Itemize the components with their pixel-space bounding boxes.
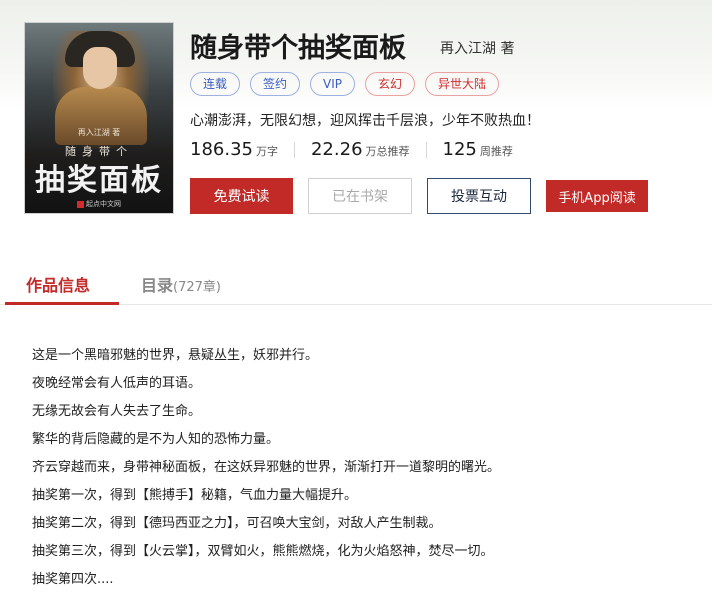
book-cover[interactable]: 再入江湖 著 随身带个 抽奖面板 起点中文网	[24, 22, 174, 214]
stat-word-count-unit: 万字	[255, 145, 278, 158]
description-line: 夜晚经常会有人低声的耳语。	[32, 376, 202, 391]
cover-title: 抽奖面板	[35, 163, 163, 198]
description-line: 繁华的背后隐藏的是不为人知的恐怖力量。	[32, 432, 280, 447]
stat-total-recommend-value: 22.26	[310, 139, 363, 160]
tab-info[interactable]: 作品信息	[26, 272, 90, 296]
description-line: 抽奖第三次，得到【火云掌】，双臂如火，熊熊燃烧，化为火焰怒神，焚尽一切。	[32, 544, 494, 559]
description-line: 抽奖第四次....	[32, 572, 114, 587]
cover-author: 再入江湖 著	[77, 128, 121, 137]
description-line: 抽奖第二次，得到【德玛西亚之力】，可召唤大宝剑，对敌人产生制裁。	[32, 516, 442, 531]
book-title: 随身带个抽奖面板	[190, 33, 406, 64]
stat-total-recommend: 22.26 万总推荐	[311, 139, 410, 160]
vote-button[interactable]: 投票互动	[427, 178, 531, 214]
tag-subgenre[interactable]: 异世大陆	[425, 72, 500, 96]
book-description: 这是一个黑暗邪魅的世界，悬疑丛生，妖邪并行。 夜晚经常会有人低声的耳语。 无缘无…	[32, 342, 692, 594]
tab-catalog-label: 目录	[141, 276, 174, 295]
app-read-button[interactable]: 手机App阅读	[546, 180, 648, 212]
description-line: 齐云穿越而来，身带神秘面板，在这妖异邪魅的世界，渐渐打开一道黎明的曙光。	[32, 460, 501, 475]
tag-status: 连载	[190, 72, 241, 96]
stat-weekly-recommend-unit: 周推荐	[479, 145, 513, 158]
book-intro: 心潮澎湃，无限幻想，迎风挥击千层浪，少年不败热血！	[190, 113, 540, 129]
stat-weekly-recommend: 125 周推荐	[443, 139, 513, 160]
cover-art-face	[83, 47, 117, 89]
stat-word-count-value: 186.35	[190, 139, 253, 160]
stat-divider	[425, 141, 427, 158]
stat-total-recommend-unit: 万总推荐	[365, 145, 410, 158]
free-read-button[interactable]: 免费试读	[190, 178, 293, 214]
cover-publisher-label: 起点中文网	[86, 200, 121, 208]
tab-active-indicator	[5, 302, 119, 305]
tab-catalog[interactable]: 目录(727章)	[141, 272, 221, 296]
stat-divider	[293, 141, 295, 158]
book-author[interactable]: 再入江湖 著	[440, 38, 514, 58]
tag-list: 连载 签约 VIP 玄幻 异世大陆	[190, 72, 500, 96]
on-shelf-button[interactable]: 已在书架	[308, 178, 412, 214]
publisher-logo-icon	[77, 200, 84, 208]
description-line: 无缘无故会有人失去了生命。	[32, 404, 202, 419]
tab-bar: 作品信息 目录(727章)	[0, 260, 712, 305]
tag-genre[interactable]: 玄幻	[365, 72, 416, 96]
description-line: 抽奖第一次，得到【熊搏手】秘籍，气血力量大幅提升。	[32, 488, 358, 503]
stat-weekly-recommend-value: 125	[442, 139, 477, 160]
cover-publisher: 起点中文网	[25, 199, 173, 209]
tag-vip: VIP	[310, 72, 356, 96]
tab-catalog-count: (727章)	[173, 280, 221, 295]
tag-contract: 签约	[250, 72, 301, 96]
stats-row: 186.35 万字 22.26 万总推荐 125 周推荐	[190, 139, 513, 160]
description-line: 这是一个黑暗邪魅的世界，悬疑丛生，妖邪并行。	[32, 348, 319, 363]
stat-word-count: 186.35 万字	[190, 139, 278, 160]
